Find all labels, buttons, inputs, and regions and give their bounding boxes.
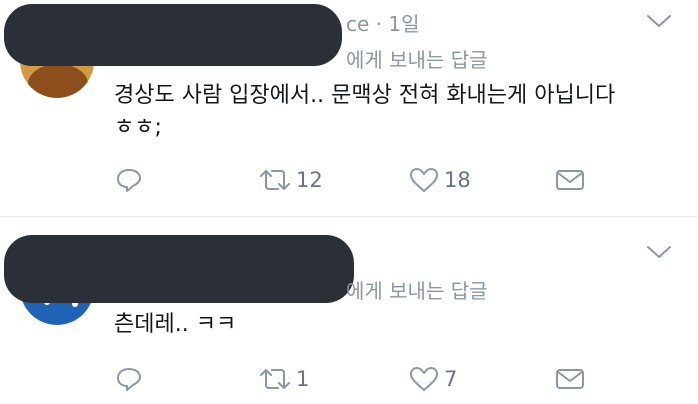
retweet-button[interactable]: 1 [258,363,309,395]
reply-icon [117,368,141,391]
tweet-reply-2[interactable]: 에게 보내는 답글 츤데레.. ㅋㅋ 1 7 [0,217,698,404]
heart-icon [410,367,438,391]
like-count: 7 [444,367,458,391]
retweet-count: 1 [296,367,310,391]
retweet-icon [260,369,290,389]
direct-message-button[interactable] [554,363,586,395]
like-button[interactable]: 7 [408,363,457,395]
envelope-icon [556,369,584,389]
reply-button[interactable] [114,164,144,196]
retweet-button[interactable]: 12 [258,164,323,196]
like-count: 18 [444,168,471,192]
tweet-text: 츤데레.. ㅋㅋ [114,309,674,341]
direct-message-button[interactable] [554,164,586,196]
tweet-text: 경상도 사람 입장에서.. 문맥상 전혀 화내는게 아닙니다 ㅎㅎ; [114,80,674,144]
heart-icon [410,168,438,192]
chevron-down-icon[interactable] [646,12,672,30]
retweet-icon [260,170,290,190]
tweet-meta: ce · 1일 [346,12,420,36]
chevron-down-icon[interactable] [646,243,672,261]
reply-icon [117,169,141,192]
envelope-icon [556,170,584,190]
replying-to-label[interactable]: 에게 보내는 답글 [346,275,488,304]
tweet-reply-1[interactable]: ce · 1일 에게 보내는 답글 경상도 사람 입장에서.. 문맥상 전혀 화… [0,0,698,216]
tweet-actions: 12 18 [114,164,594,196]
reply-button[interactable] [114,363,144,395]
tweet-actions: 1 7 [114,363,594,395]
tweet-text-line: 츤데레.. ㅋㅋ [114,312,237,337]
like-button[interactable]: 18 [408,164,471,196]
replying-to-label[interactable]: 에게 보내는 답글 [346,44,488,73]
retweet-count: 12 [296,168,323,192]
redacted-username [4,4,342,66]
redacted-username [4,235,354,303]
tweet-text-line: 경상도 사람 입장에서.. 문맥상 전혀 화내는게 아닙니다 [114,83,616,108]
tweet-text-line: ㅎㅎ; [114,115,162,140]
